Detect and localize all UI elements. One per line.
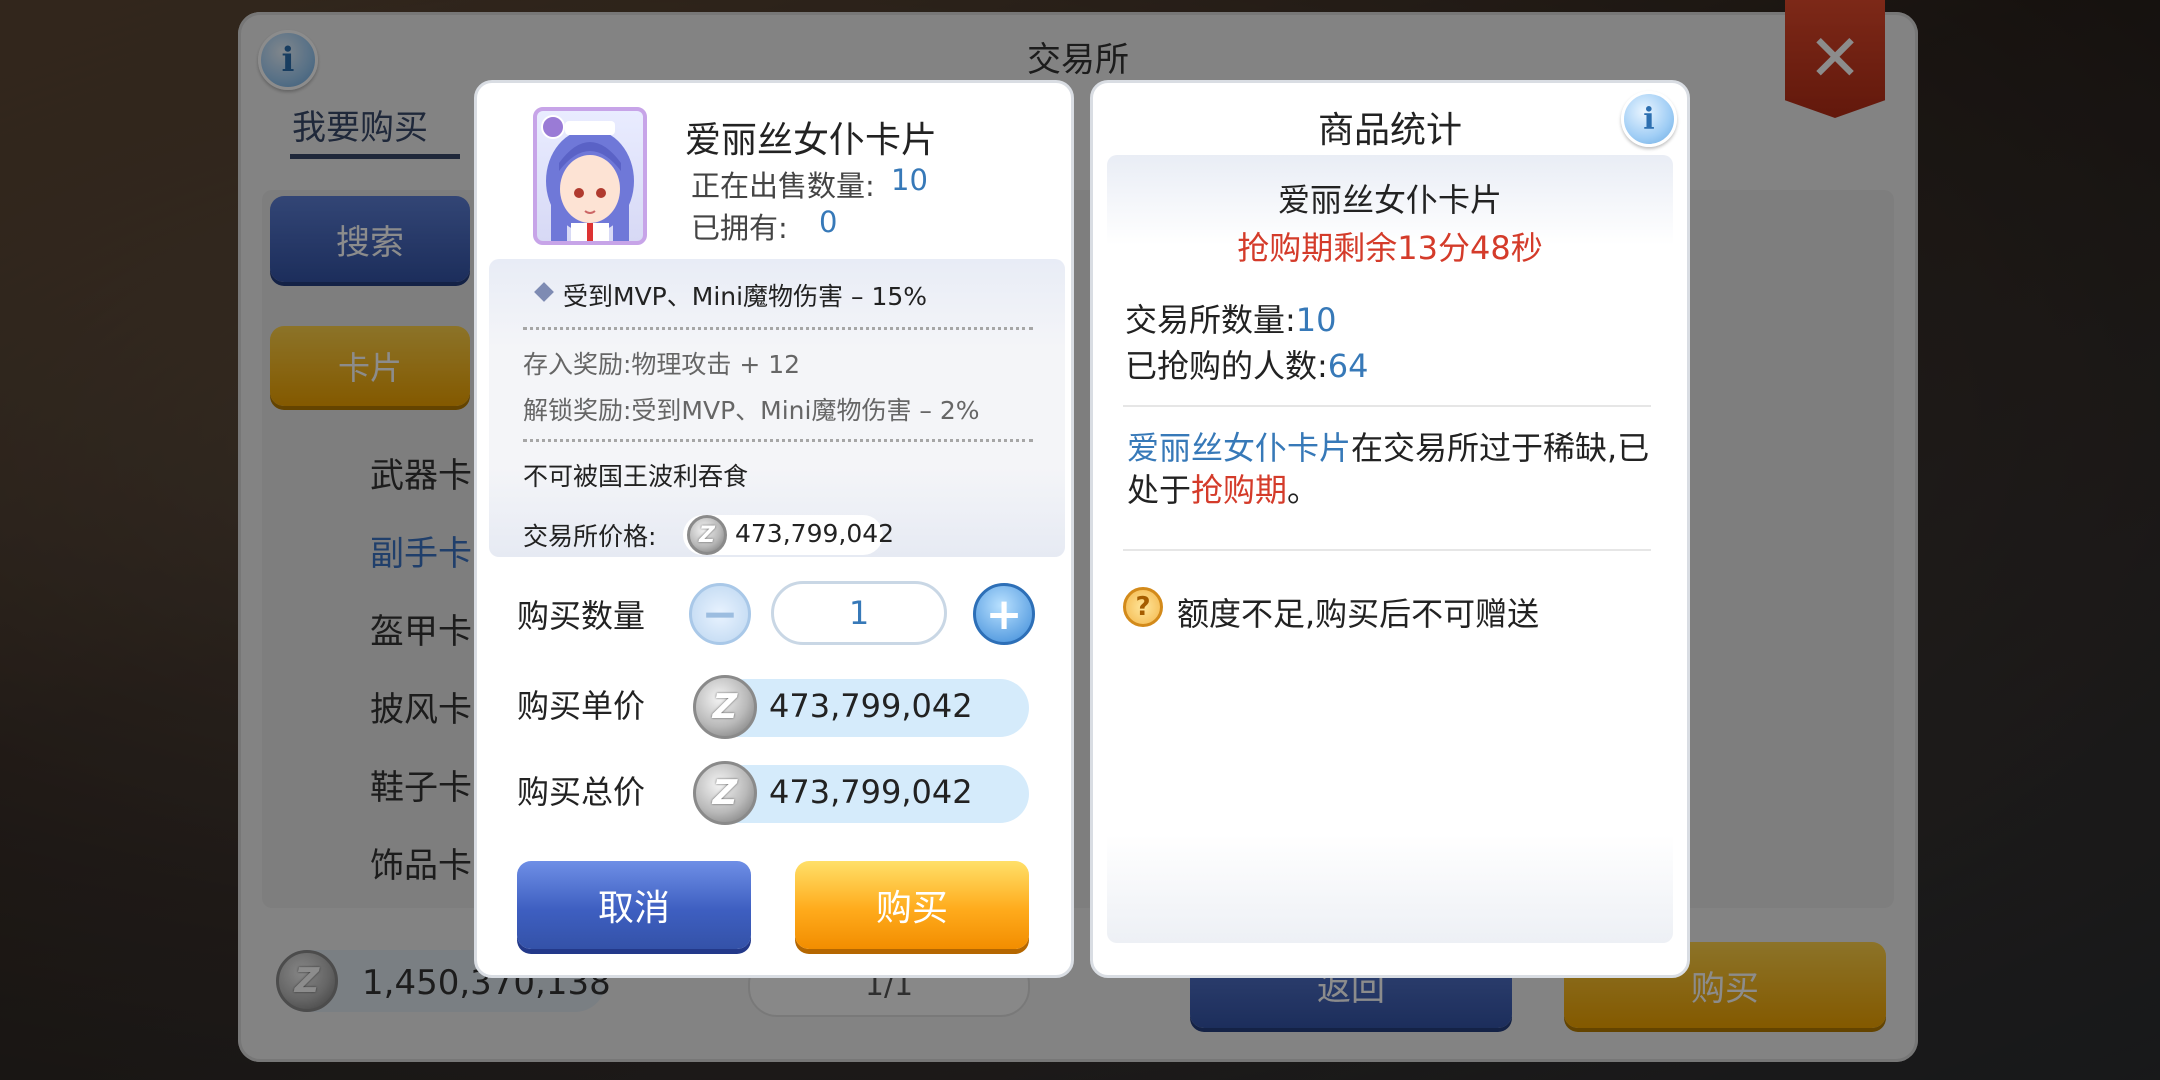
item-card-portrait (533, 107, 647, 245)
buyers-label: 已抢购的人数: (1125, 347, 1328, 385)
exchange-price-label: 交易所价格: (523, 522, 657, 551)
modal-overlay (0, 0, 2160, 1080)
purchase-dialog: 爱丽丝女仆卡片 正在出售数量: 10 已拥有: 0 受到MVP、Mini魔物伤害… (474, 80, 1074, 978)
warning-text: 额度不足,购买后不可赠送 (1177, 595, 1540, 633)
scarcity-period: 抢购期 (1191, 471, 1288, 509)
unlock-reward-text: 解锁奖励:受到MVP、Mini魔物伤害 – 2% (523, 396, 980, 425)
zeny-coin-icon: Z (693, 675, 757, 739)
buyers-row: 已抢购的人数:64 (1125, 341, 1369, 387)
buyers-value: 64 (1327, 347, 1369, 385)
question-icon[interactable]: ? (1123, 587, 1163, 627)
effect-text: 受到MVP、Mini魔物伤害 – 15% (563, 282, 928, 311)
scarcity-message: 爱丽丝女仆卡片在交易所过于稀缺,已处于抢购期。 (1127, 427, 1657, 511)
on-sale-label: 正在出售数量: (691, 169, 875, 203)
exchange-price-value: 473,799,042 (735, 519, 895, 548)
rush-timer: 抢购期剩余13分48秒 (1237, 229, 1543, 267)
increase-quantity-button[interactable]: + (973, 583, 1035, 645)
buy-button[interactable]: 购买 (795, 861, 1029, 949)
deposit-reward-text: 存入奖励:物理攻击 + 12 (523, 350, 801, 379)
info-icon[interactable]: i (1621, 91, 1677, 147)
scarcity-end: 。 (1287, 471, 1320, 509)
stats-item-name: 爱丽丝女仆卡片 (1277, 181, 1502, 219)
owned-label: 已拥有: (691, 211, 788, 245)
exchange-count-label: 交易所数量: (1125, 301, 1296, 339)
zeny-coin-icon: Z (693, 761, 757, 825)
divider (523, 327, 1033, 330)
decrease-quantity-button[interactable]: − (689, 583, 751, 645)
exchange-count-row: 交易所数量:10 (1125, 295, 1337, 341)
quantity-label: 购买数量 (517, 597, 646, 635)
on-sale-value: 10 (891, 163, 928, 197)
total-price-value: 473,799,042 (769, 773, 973, 811)
exchange-count-value: 10 (1295, 301, 1337, 339)
unit-price-label: 购买单价 (517, 687, 646, 725)
scarcity-item-link[interactable]: 爱丽丝女仆卡片 (1127, 429, 1351, 467)
owned-value: 0 (819, 205, 838, 239)
total-price-label: 购买总价 (517, 773, 646, 811)
stats-title: 商品统计 (1317, 110, 1462, 151)
note-text: 不可被国王波利吞食 (523, 462, 749, 491)
divider (1123, 549, 1651, 551)
divider (523, 439, 1033, 442)
quantity-input[interactable]: 1 (771, 581, 947, 645)
item-name: 爱丽丝女仆卡片 (685, 120, 938, 161)
unit-price-value: 473,799,042 (769, 687, 973, 725)
divider (1123, 405, 1651, 407)
cancel-button[interactable]: 取消 (517, 861, 751, 949)
zeny-coin-icon: Z (687, 515, 727, 555)
stats-dialog: 商品统计 i 爱丽丝女仆卡片 抢购期剩余13分48秒 交易所数量:10 已抢购的… (1090, 80, 1690, 978)
